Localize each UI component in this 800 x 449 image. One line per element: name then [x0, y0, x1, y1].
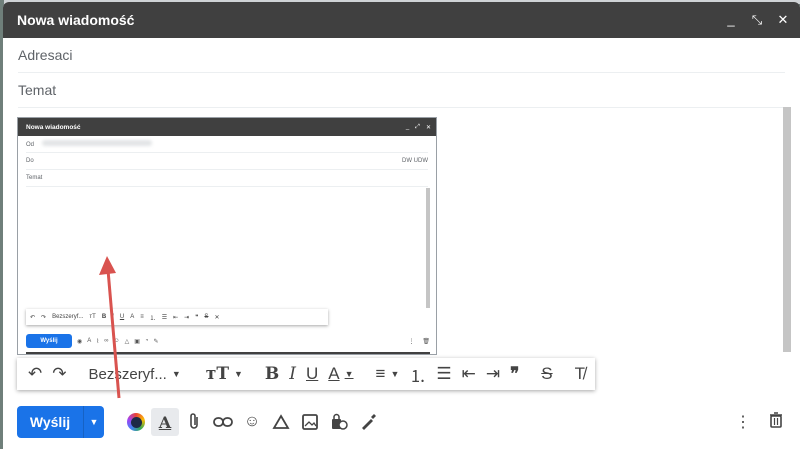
body-scrollbar[interactable] — [783, 107, 791, 352]
shot-bottom-divider — [26, 352, 430, 354]
shot-underline-icon: U — [119, 314, 125, 320]
font-size-icon: тT — [205, 364, 229, 384]
chevron-down-icon: ▼ — [344, 369, 354, 379]
shot-strike-icon: S — [204, 314, 209, 320]
shot-emoji-icon: ☺ — [113, 338, 120, 344]
shot-from-label: Od — [26, 142, 35, 148]
shot-link-icon: ∞ — [104, 338, 109, 344]
shot-align-icon: ≡ — [140, 314, 144, 320]
fullscreen-icon[interactable]: ⤡ — [750, 12, 764, 28]
shot-indent-less-icon: ⇤ — [173, 314, 179, 321]
shot-to-row: Do DW UDW — [26, 153, 428, 170]
shot-text-color-icon-bottom: A — [87, 338, 92, 344]
shot-lock-icon: ◔ — [144, 338, 149, 344]
trash-icon[interactable] — [769, 411, 783, 433]
underline-icon[interactable]: U — [301, 362, 323, 386]
align-button[interactable]: ≡ ▼ — [371, 362, 405, 386]
shot-color-icon: ◉ — [77, 338, 83, 345]
shot-title-bar: Nowa wiadomość _ ⤢ ✕ — [18, 118, 436, 136]
send-button[interactable]: Wyślij — [17, 406, 83, 438]
shot-pen-icon: ✎ — [153, 338, 159, 345]
font-family-select[interactable]: Bezszeryf... ▼ — [84, 362, 189, 386]
bulleted-list-icon[interactable]: ☰ — [431, 362, 456, 386]
shot-clear-format-icon: ✕ — [214, 314, 220, 321]
shot-subject-label: Temat — [26, 175, 43, 181]
embedded-screenshot-image: Nowa wiadomość _ ⤢ ✕ Od Do DW UDW Temat … — [17, 117, 437, 355]
chevron-down-icon: ▼ — [390, 369, 400, 379]
redo-icon[interactable]: ↷ — [47, 362, 71, 386]
signature-icon[interactable] — [354, 408, 382, 436]
shot-photo-icon: ▣ — [134, 338, 140, 345]
numbered-list-icon[interactable]: ⒈ — [404, 362, 431, 386]
recipients-placeholder: Adresaci — [18, 47, 73, 63]
formatting-toolbar: ↶ ↷ Bezszeryf... ▼ тT ▼ B I U A ▼ ≡ ▼ ⒈ ☰ ⇤ … — [17, 358, 595, 390]
undo-icon[interactable]: ↶ — [23, 362, 47, 386]
photo-icon[interactable] — [296, 408, 324, 436]
shot-blurred-address — [42, 140, 153, 146]
shot-bulleted-list-icon: ☰ — [161, 314, 168, 321]
shot-indent-more-icon: ⇥ — [184, 314, 190, 321]
text-color-button[interactable]: A ▼ — [323, 362, 358, 386]
shot-drive-icon: △ — [124, 338, 130, 345]
align-icon: ≡ — [375, 364, 386, 383]
shot-trash-icon: 🗑 — [422, 338, 430, 345]
bottom-right-actions: ⋮ — [735, 405, 783, 439]
attach-icon[interactable] — [180, 408, 208, 436]
drive-icon[interactable] — [267, 408, 295, 436]
more-options-icon[interactable]: ⋮ — [735, 412, 751, 432]
minimize-icon[interactable]: _ — [724, 12, 738, 28]
send-options-icon[interactable]: ▼ — [83, 406, 104, 438]
shot-font-name: Bezszeryf... — [52, 314, 84, 320]
shot-size-icon: тT — [89, 314, 96, 320]
shot-window-controls: _ ⤢ ✕ — [406, 124, 431, 131]
shot-redo-icon: ↷ — [41, 314, 47, 321]
chevron-down-icon: ▼ — [171, 369, 181, 379]
confidential-mode-icon[interactable] — [325, 408, 353, 436]
shot-more-icon: ⋮ — [408, 338, 415, 345]
shot-title: Nowa wiadomość — [26, 123, 81, 131]
clear-formatting-icon[interactable]: T̸ — [570, 362, 590, 386]
strikethrough-icon[interactable]: S — [536, 362, 557, 386]
compose-bottom-bar: Wyślij ▼ A ☺ ⋮ — [17, 405, 797, 439]
shot-bold-icon: B — [101, 314, 107, 320]
text-formatting-icon[interactable]: A — [151, 408, 179, 436]
shot-subject-row: Temat — [26, 170, 428, 187]
shot-attach-icon: ⌇ — [96, 338, 100, 345]
compose-title: Nowa wiadomość — [17, 12, 135, 28]
shot-minimize-icon: _ — [405, 123, 410, 130]
close-icon[interactable]: ✕ — [776, 12, 790, 28]
font-size-button[interactable]: тT ▼ — [201, 362, 248, 386]
shot-send-button: Wyślij — [26, 334, 72, 348]
indent-less-icon[interactable]: ⇤ — [457, 362, 481, 386]
shot-from-row: Od — [26, 136, 428, 153]
text-color-icon: A — [328, 364, 340, 383]
shot-italic-icon: I — [112, 314, 114, 320]
shot-text-color-icon: A — [130, 314, 135, 320]
compose-title-bar[interactable]: Nowa wiadomość _ ⤡ ✕ — [3, 2, 800, 38]
subject-field[interactable]: Temat — [18, 73, 785, 108]
shot-numbered-list-icon: ⒈ — [149, 315, 156, 322]
color-picker-icon[interactable] — [122, 408, 150, 436]
shot-to-label: Do — [26, 158, 34, 164]
shot-format-toolbar: ↶ ↷ Bezszeryf... тT B I U A ≡ ⒈ ☰ ⇤ ⇥ ❞ … — [26, 309, 328, 325]
indent-more-icon[interactable]: ⇥ — [481, 362, 505, 386]
shot-bottom-bar: Wyślij ◉ A ⌇ ∞ ☺ △ ▣ ◔ ✎ ⋮ 🗑 — [26, 333, 430, 349]
shot-scrollbar — [426, 188, 430, 308]
subject-placeholder: Temat — [18, 82, 57, 98]
italic-icon[interactable]: I — [284, 362, 301, 386]
shot-undo-icon: ↶ — [30, 314, 36, 321]
quote-icon[interactable]: ❞ — [505, 362, 524, 386]
font-family-value: Bezszeryf... — [88, 365, 167, 383]
recipients-field[interactable]: Adresaci — [18, 38, 785, 73]
shot-quote-icon: ❞ — [195, 314, 199, 321]
emoji-icon[interactable]: ☺ — [238, 408, 266, 436]
shot-fullscreen-icon: ⤢ — [415, 123, 420, 130]
bold-icon[interactable]: B — [260, 362, 284, 386]
shot-cc-bcc: DW UDW — [402, 158, 428, 164]
chevron-down-icon: ▼ — [233, 369, 243, 379]
shot-close-icon: ✕ — [425, 124, 431, 131]
window-controls: _ ⤡ ✕ — [724, 12, 790, 28]
link-icon[interactable] — [209, 408, 237, 436]
